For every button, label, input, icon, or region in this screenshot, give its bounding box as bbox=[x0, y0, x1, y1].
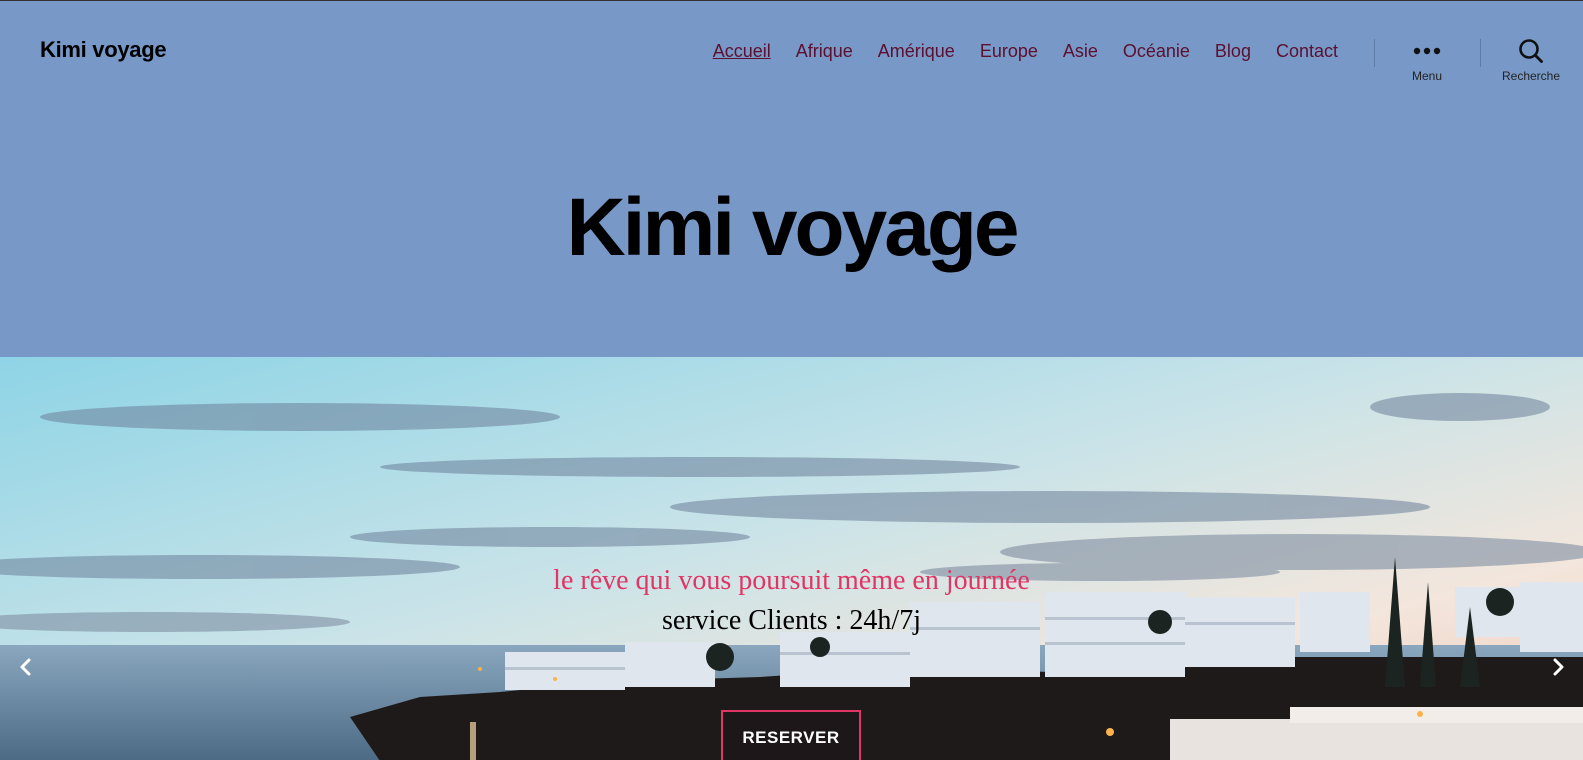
nav-item-accueil[interactable]: Accueil bbox=[713, 41, 771, 62]
nav-item-blog[interactable]: Blog bbox=[1215, 41, 1251, 62]
nav-item-oceanie[interactable]: Océanie bbox=[1123, 41, 1190, 62]
nav-item-europe[interactable]: Europe bbox=[980, 41, 1038, 62]
nav-item-asie[interactable]: Asie bbox=[1063, 41, 1098, 62]
menu-toggle-button[interactable]: Menu bbox=[1382, 37, 1472, 83]
banner-image bbox=[0, 357, 1583, 760]
reserve-button[interactable]: RESERVER bbox=[721, 710, 861, 760]
site-title-link[interactable]: Kimi voyage bbox=[40, 37, 167, 63]
search-icon bbox=[1486, 37, 1576, 65]
search-label: Recherche bbox=[1501, 69, 1561, 83]
primary-nav: Accueil Afrique Amérique Europe Asie Océ… bbox=[713, 41, 1338, 62]
nav-item-amerique[interactable]: Amérique bbox=[878, 41, 955, 62]
banner-tagline: le rêve qui vous poursuit même en journé… bbox=[553, 565, 1030, 596]
banner-service-text: service Clients : 24h/7j bbox=[662, 605, 921, 636]
ellipsis-icon bbox=[1382, 37, 1472, 65]
hero-slider: le rêve qui vous poursuit même en journé… bbox=[0, 357, 1583, 760]
hero-title: Kimi voyage bbox=[566, 182, 1019, 273]
chevron-left-icon[interactable] bbox=[16, 657, 36, 677]
nav-item-contact[interactable]: Contact bbox=[1276, 41, 1338, 62]
nav-divider bbox=[1374, 39, 1375, 67]
nav-item-afrique[interactable]: Afrique bbox=[796, 41, 853, 62]
menu-label: Menu bbox=[1411, 69, 1443, 83]
site-header: Kimi voyage Accueil Afrique Amérique Eur… bbox=[0, 1, 1583, 101]
search-toggle-button[interactable]: Recherche bbox=[1486, 37, 1576, 83]
search-divider bbox=[1480, 39, 1481, 67]
chevron-right-icon[interactable] bbox=[1548, 657, 1568, 677]
